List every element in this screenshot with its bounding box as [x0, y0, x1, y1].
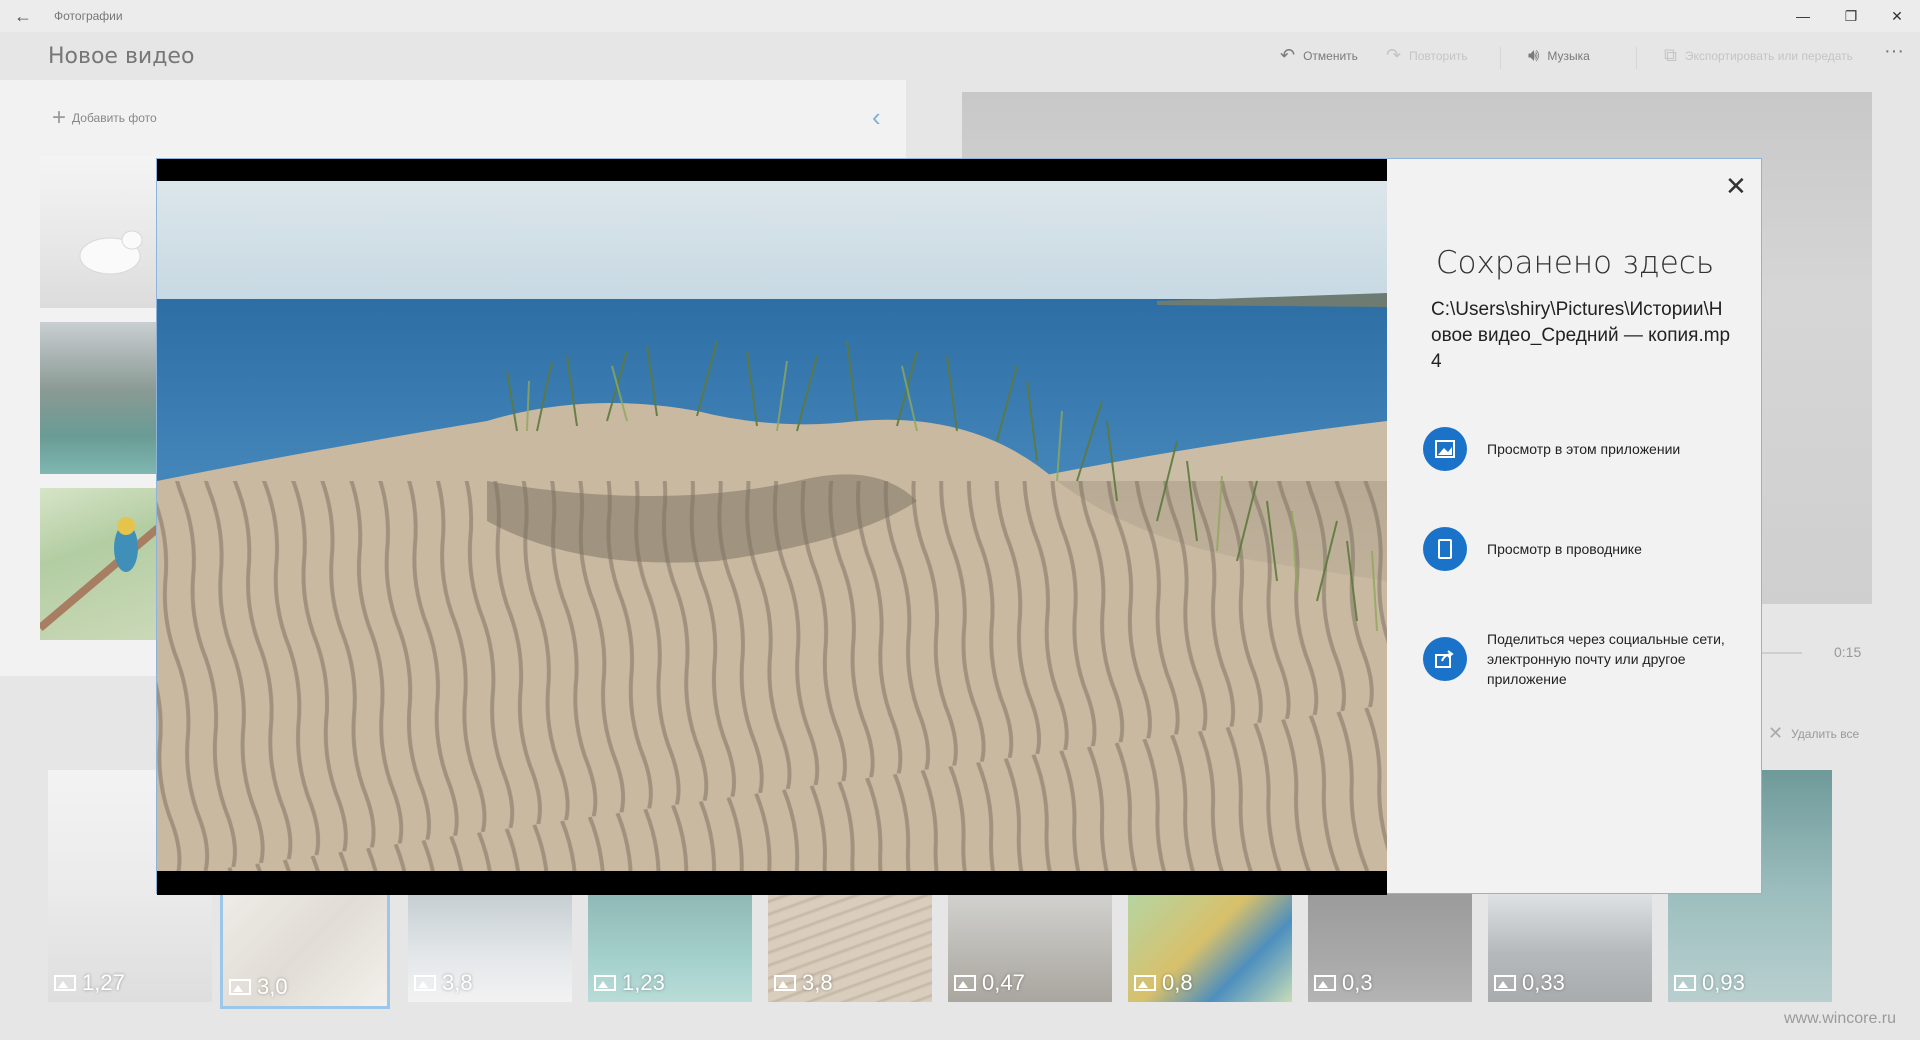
export-label: Экспортировать или передать [1684, 48, 1853, 63]
storyboard-card[interactable]: 0,47 [948, 892, 1112, 1002]
add-photo-label: Добавить фото [72, 111, 157, 125]
card-duration-value: 3,0 [257, 974, 288, 999]
dialog-title: Сохранено здесь [1435, 245, 1715, 281]
minimize-button[interactable]: — [1780, 0, 1826, 32]
watermark: www.wincore.ru [1784, 1010, 1897, 1027]
undo-label: Отменить [1303, 48, 1358, 63]
redo-icon: ↷ [1386, 45, 1402, 65]
option-label: Поделиться через социальные сети, электр… [1487, 631, 1725, 687]
restore-button[interactable]: ❐ [1828, 0, 1874, 32]
storyboard-card[interactable]: 0,33 [1488, 892, 1652, 1002]
divider [1636, 47, 1637, 69]
card-duration-value: 0,8 [1162, 970, 1193, 995]
image-icon [1314, 975, 1336, 991]
back-button[interactable]: ← [14, 6, 32, 27]
card-duration-value: 1,23 [622, 970, 665, 995]
card-duration-value: 0,3 [1342, 970, 1373, 995]
image-icon [1674, 975, 1696, 991]
redo-button[interactable]: ↷ Повторить [1386, 45, 1468, 66]
saved-file-path: C:\Users\shiry\Pictures\Истории\Новое ви… [1431, 299, 1731, 372]
card-duration-value: 0,93 [1702, 970, 1745, 995]
storyboard-card[interactable]: 3,8 [408, 892, 572, 1002]
exported-video-preview [157, 159, 1387, 895]
card-duration-value: 0,47 [982, 970, 1025, 995]
card-duration: 1,27 [54, 970, 125, 996]
beach-dune-image [157, 181, 1387, 871]
export-button[interactable]: ⧉ Экспортировать или передать [1664, 45, 1853, 66]
view-in-app-button[interactable]: Просмотр в этом приложении [1423, 427, 1733, 471]
divider [1500, 47, 1501, 69]
image-icon [954, 975, 976, 991]
card-duration-value: 0,33 [1522, 970, 1565, 995]
library-thumbnail[interactable] [40, 322, 158, 474]
music-label: Музыка [1547, 48, 1590, 63]
storyboard-card[interactable]: 0,8 [1128, 892, 1292, 1002]
image-icon [414, 975, 436, 991]
title-bar: ← Фотографии — ❐ ✕ [0, 0, 1920, 32]
card-duration: 0,47 [954, 970, 1025, 996]
view-in-explorer-button[interactable]: Просмотр в проводнике [1423, 527, 1733, 571]
storyboard-card[interactable]: 1,23 [588, 892, 752, 1002]
music-button[interactable]: 🔊︎ Музыка [1528, 45, 1590, 66]
card-duration: 1,23 [594, 970, 665, 996]
card-duration: 0,3 [1314, 970, 1373, 996]
card-duration: 3,8 [414, 970, 473, 996]
add-photo-button[interactable]: + Добавить фото [52, 104, 157, 131]
delete-all-label: Удалить все [1791, 726, 1860, 741]
card-duration-value: 3,8 [442, 970, 473, 995]
card-duration: 0,8 [1134, 970, 1193, 996]
delete-all-button[interactable]: ✕ Удалить все [1768, 723, 1859, 744]
collapse-library-button[interactable]: ‹ [872, 102, 881, 133]
hare-image [79, 230, 143, 275]
photo-app-icon [1423, 427, 1467, 471]
project-title[interactable]: Новое видео [48, 44, 194, 69]
storyboard-card-selected[interactable]: 3,0 [220, 889, 390, 1009]
device-icon [1423, 527, 1467, 571]
image-icon [594, 975, 616, 991]
close-window-button[interactable]: ✕ [1874, 0, 1920, 32]
close-icon: ✕ [1768, 723, 1784, 743]
storyboard-card[interactable]: 3,8 [768, 892, 932, 1002]
undo-button[interactable]: ↶ Отменить [1280, 45, 1358, 66]
plus-icon: + [52, 104, 67, 131]
library-thumbnail[interactable] [40, 156, 158, 308]
parrot-image [37, 517, 161, 632]
image-icon [1494, 975, 1516, 991]
close-dialog-button[interactable]: ✕ [1725, 171, 1747, 202]
speaker-icon: 🔊︎ [1528, 45, 1540, 65]
export-icon: ⧉ [1664, 45, 1677, 65]
image-icon [54, 975, 76, 991]
storyboard-card[interactable]: 0,3 [1308, 892, 1472, 1002]
app-title: Фотографии [54, 9, 123, 23]
share-icon [1423, 637, 1467, 681]
image-icon [1134, 975, 1156, 991]
redo-label: Повторить [1409, 48, 1468, 63]
image-icon [229, 979, 251, 995]
card-duration: 3,0 [229, 974, 288, 1000]
card-duration-value: 3,8 [802, 970, 833, 995]
export-saved-dialog: ✕ Сохранено здесь C:\Users\shiry\Picture… [156, 158, 1762, 895]
card-duration: 3,8 [774, 970, 833, 996]
library-thumbnail[interactable] [37, 488, 161, 640]
more-button[interactable]: ··· [1884, 40, 1904, 63]
undo-icon: ↶ [1280, 45, 1296, 65]
time-end: 0:15 [1834, 644, 1862, 660]
image-icon [774, 975, 796, 991]
card-duration-value: 1,27 [82, 970, 125, 995]
seek-bar[interactable] [1762, 652, 1802, 654]
option-label: Просмотр в проводнике [1487, 541, 1642, 557]
card-duration: 0,33 [1494, 970, 1565, 996]
option-label: Просмотр в этом приложении [1487, 441, 1681, 457]
card-duration: 0,93 [1674, 970, 1745, 996]
share-button[interactable]: Поделиться через социальные сети, электр… [1423, 629, 1733, 689]
